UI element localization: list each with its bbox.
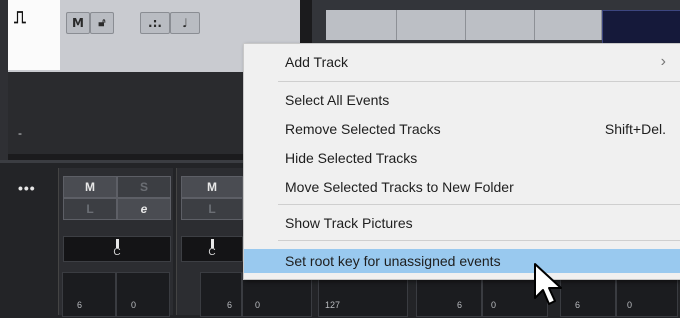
fader-scale-value: 0 — [255, 300, 261, 310]
fader-scale-value: 6 — [77, 300, 83, 310]
menu-separator — [278, 240, 680, 241]
menu-item-label: Hide Selected Tracks — [285, 150, 418, 166]
fader-scale-value: 0 — [491, 300, 497, 310]
menu-item-shortcut: Shift+Del. — [604, 121, 666, 137]
event-cell[interactable] — [466, 10, 535, 40]
menu-item-hide-selected-tracks[interactable]: Hide Selected Tracks — [244, 146, 680, 170]
listen-button[interactable]: L — [63, 198, 117, 220]
menu-item-label: Show Track Pictures — [285, 215, 413, 231]
more-icon[interactable]: ••• — [18, 180, 36, 196]
fader-scale-value: 0 — [131, 300, 137, 310]
fader-scale-value: 6 — [575, 300, 581, 310]
selected-event[interactable] — [602, 10, 680, 46]
pan-control[interactable]: C — [63, 236, 171, 262]
menu-item-select-all-events[interactable]: Select All Events — [244, 88, 680, 112]
fader[interactable]: 6 — [62, 272, 116, 317]
menu-item-add-track[interactable]: Add Track › — [244, 50, 680, 74]
track-mute-button[interactable]: M — [66, 12, 90, 34]
menu-item-remove-selected-tracks[interactable]: Remove Selected Tracks Shift+Del. — [244, 117, 680, 141]
mouse-pointer-icon — [534, 263, 562, 305]
midi-track-icon: ⎍ — [14, 8, 26, 28]
fader[interactable]: 6 — [200, 272, 242, 317]
pan-control[interactable]: C — [181, 236, 243, 262]
fader-scale-value: 6 — [227, 300, 233, 310]
menu-separator — [278, 81, 680, 82]
track-name-placeholder: - — [18, 126, 22, 140]
menu-separator — [278, 204, 680, 205]
menu-item-label: Add Track — [285, 54, 349, 70]
submenu-chevron-icon: › — [660, 53, 666, 70]
mute-button[interactable]: M — [63, 176, 117, 198]
edit-button[interactable]: e — [117, 198, 171, 220]
menu-item-label: Move Selected Tracks to New Folder — [285, 179, 514, 195]
listen-button[interactable]: L — [181, 198, 243, 220]
menu-item-label: Remove Selected Tracks — [285, 121, 441, 137]
fader-scale-value: 0 — [627, 300, 633, 310]
menu-item-label: Set root key for unassigned events — [285, 253, 501, 269]
fader-scale-value: 6 — [457, 300, 463, 310]
solo-button[interactable]: S — [117, 176, 171, 198]
note-button[interactable]: ♩ — [170, 12, 200, 34]
fader[interactable]: 0 — [116, 272, 170, 317]
pan-value: C — [113, 247, 121, 258]
event-cell[interactable] — [326, 10, 397, 40]
menu-item-label: Select All Events — [285, 92, 390, 108]
menu-item-set-root-key[interactable]: Set root key for unassigned events — [244, 249, 680, 273]
lock-icon[interactable]: 🔓︎ — [90, 12, 114, 34]
event-cell[interactable] — [535, 10, 602, 40]
context-menu: Add Track › Select All Events Remove Sel… — [243, 43, 680, 280]
fader-scale-value: 127 — [325, 300, 341, 310]
mute-button[interactable]: M — [181, 176, 243, 198]
menu-item-move-to-new-folder[interactable]: Move Selected Tracks to New Folder — [244, 175, 680, 199]
menu-item-show-track-pictures[interactable]: Show Track Pictures — [244, 211, 680, 235]
timebase-button[interactable]: .:. — [140, 12, 170, 34]
pan-value: C — [208, 247, 216, 258]
event-cell[interactable] — [397, 10, 466, 40]
